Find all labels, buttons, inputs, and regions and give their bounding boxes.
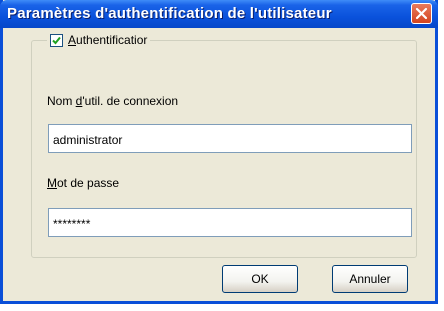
username-input[interactable]: administrator	[48, 124, 412, 153]
close-button[interactable]	[411, 3, 432, 24]
username-label: Nom d'util. de connexion	[47, 94, 179, 108]
authentication-checkbox-row[interactable]: Authentificatior	[47, 31, 151, 49]
title-bar[interactable]: Paramètres d'authentification de l'utili…	[0, 0, 438, 28]
authentication-checkbox-label: Authentificatior	[68, 33, 148, 47]
auth-settings-dialog: Paramètres d'authentification de l'utili…	[0, 0, 438, 304]
ok-button[interactable]: OK	[222, 265, 298, 293]
dialog-title: Paramètres d'authentification de l'utili…	[7, 5, 332, 22]
password-input[interactable]: ********	[48, 208, 412, 237]
password-label: Mot de passe	[47, 176, 120, 190]
cancel-button[interactable]: Annuler	[332, 265, 408, 293]
authentication-checkbox[interactable]	[50, 33, 63, 47]
